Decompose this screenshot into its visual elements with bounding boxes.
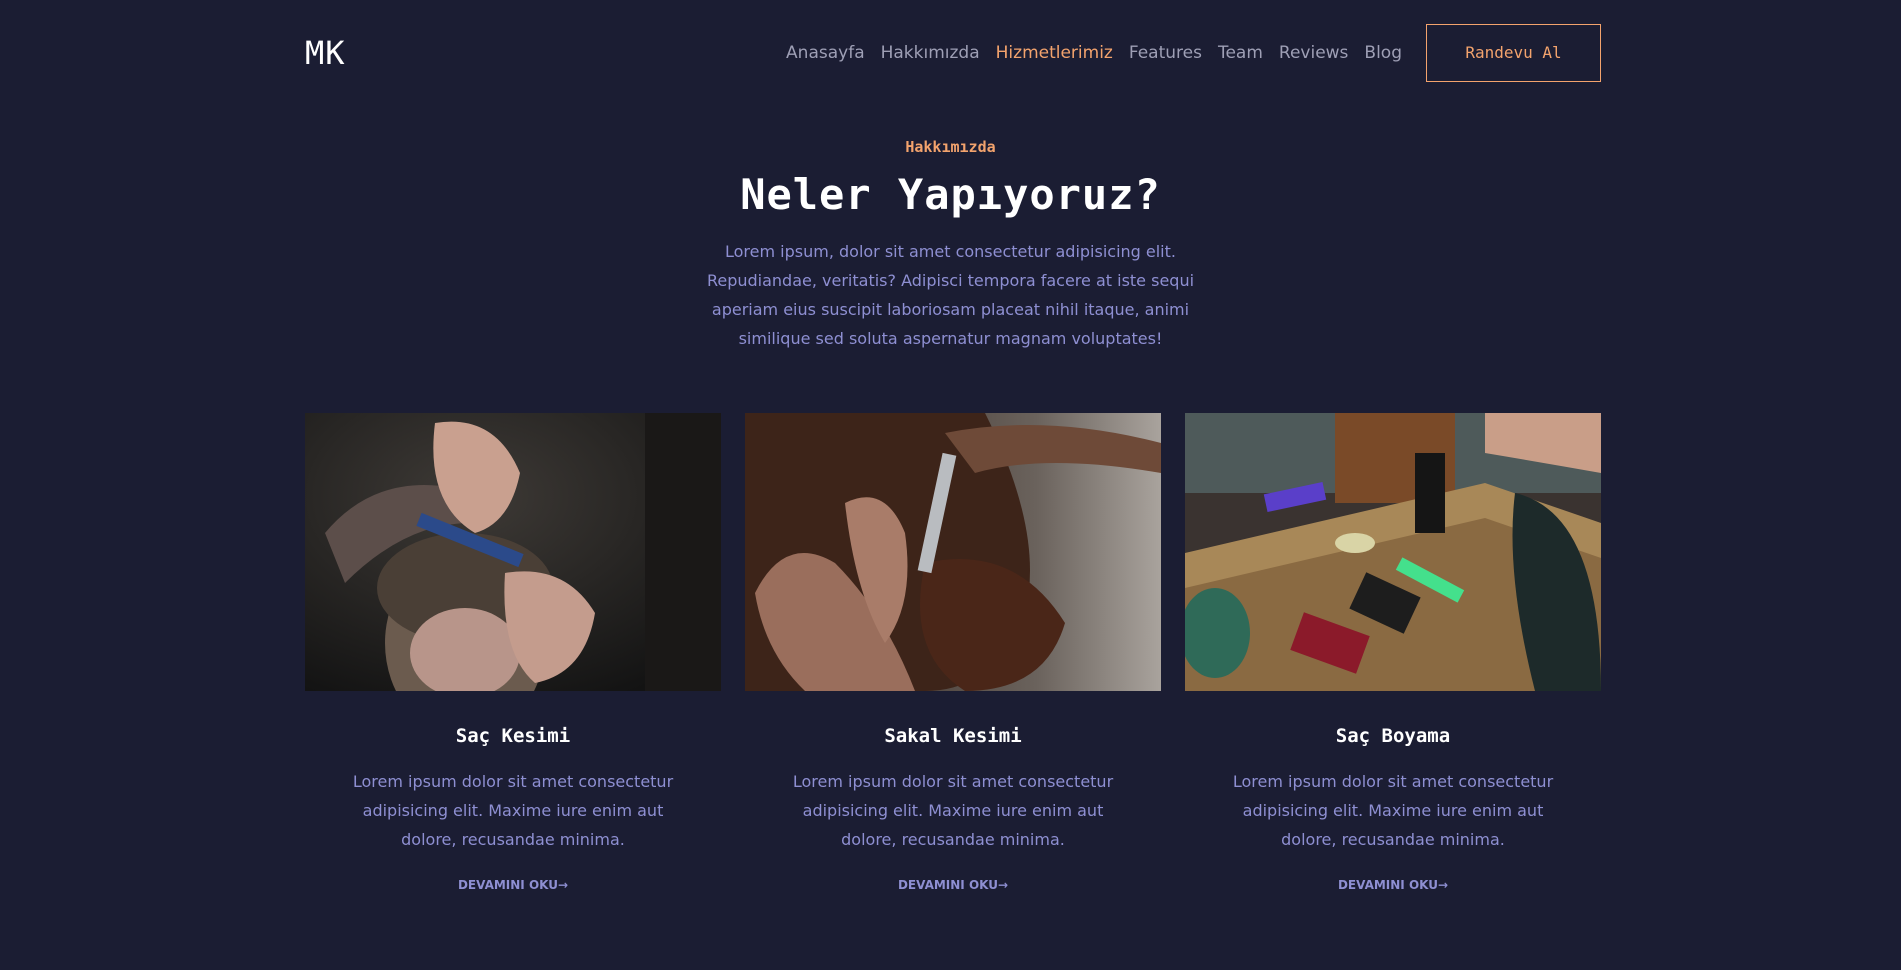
section-title: Neler Yapıyoruz? [740, 170, 1161, 219]
services-intro: Hakkımızda Neler Yapıyoruz? Lorem ipsum,… [0, 138, 1901, 353]
read-more-link[interactable]: DEVAMINI OKU→ [898, 878, 1008, 892]
beard-trim-photo [745, 413, 1161, 691]
site-header: MK Anasayfa Hakkımızda Hizmetlerimiz Fea… [305, 0, 1601, 105]
nav-link-blog[interactable]: Blog [1364, 43, 1402, 63]
service-cards: Saç Kesimi Lorem ipsum dolor sit amet co… [305, 413, 1601, 893]
service-card-coloring: Saç Boyama Lorem ipsum dolor sit amet co… [1185, 413, 1601, 893]
read-more-label: DEVAMINI OKU [897, 878, 998, 892]
read-more-label: DEVAMINI OKU [457, 878, 558, 892]
arrow-right-icon: → [557, 878, 569, 892]
barber-tools-photo [1185, 413, 1601, 691]
nav-area: Anasayfa Hakkımızda Hizmetlerimiz Featur… [786, 23, 1601, 82]
read-more-link[interactable]: DEVAMINI OKU→ [458, 878, 568, 892]
main-nav: Anasayfa Hakkımızda Hizmetlerimiz Featur… [786, 43, 1402, 63]
arrow-right-icon: → [1437, 878, 1449, 892]
logo[interactable]: MK [305, 34, 346, 72]
section-description: Lorem ipsum, dolor sit amet consectetur … [706, 242, 1195, 348]
nav-link-features[interactable]: Features [1129, 43, 1202, 63]
card-title: Saç Kesimi [455, 725, 571, 747]
arrow-right-icon: → [997, 878, 1009, 892]
nav-link-hizmetlerimiz[interactable]: Hizmetlerimiz [996, 43, 1113, 63]
card-text: Lorem ipsum dolor sit amet consectetur a… [1232, 772, 1554, 849]
card-text: Lorem ipsum dolor sit amet consectetur a… [352, 772, 674, 849]
nav-link-team[interactable]: Team [1218, 43, 1263, 63]
nav-link-anasayfa[interactable]: Anasayfa [786, 43, 865, 63]
nav-link-hakkimizda[interactable]: Hakkımızda [881, 43, 980, 63]
nav-link-reviews[interactable]: Reviews [1279, 43, 1349, 63]
card-title: Sakal Kesimi [884, 725, 1022, 747]
section-eyebrow: Hakkımızda [905, 138, 996, 156]
card-title: Saç Boyama [1335, 725, 1451, 747]
read-more-link[interactable]: DEVAMINI OKU→ [1338, 878, 1448, 892]
card-text: Lorem ipsum dolor sit amet consectetur a… [792, 772, 1114, 849]
service-card-haircut: Saç Kesimi Lorem ipsum dolor sit amet co… [305, 413, 721, 893]
service-card-beard: Sakal Kesimi Lorem ipsum dolor sit amet … [745, 413, 1161, 893]
haircut-photo [305, 413, 721, 691]
read-more-label: DEVAMINI OKU [1337, 878, 1438, 892]
appointment-button[interactable]: Randevu Al [1426, 23, 1601, 82]
